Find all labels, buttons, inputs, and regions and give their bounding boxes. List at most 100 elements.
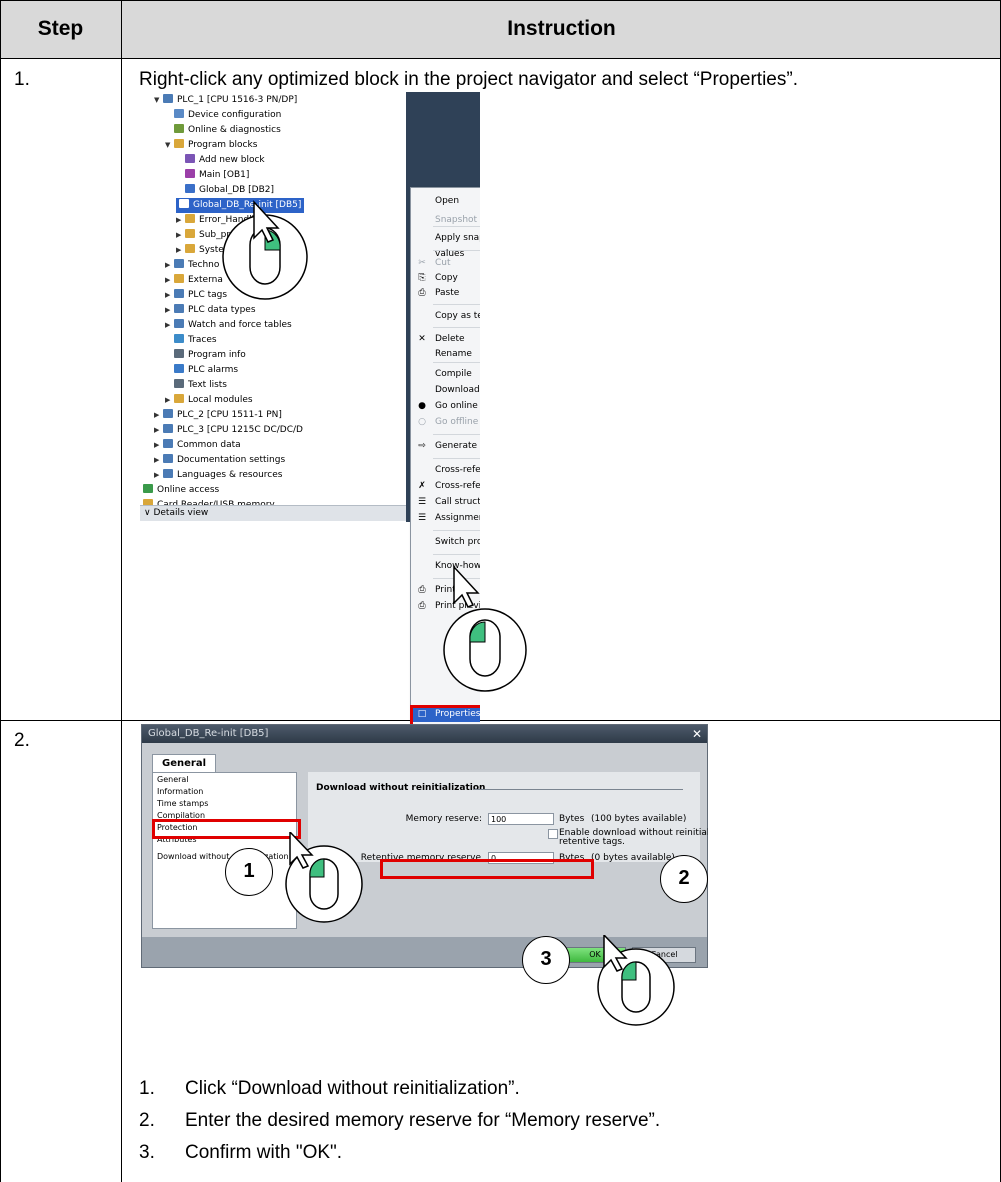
nav-item[interactable]: ▶ PLC_2 [CPU 1511-1 PN] bbox=[154, 408, 282, 423]
menu-item-label: Snapshot of the monitor values bbox=[435, 215, 480, 225]
nav-item[interactable]: Online access bbox=[143, 483, 219, 498]
collapse-arrow-icon[interactable]: ▶ bbox=[165, 258, 174, 273]
nav-item[interactable]: ▶ Watch and force tables bbox=[165, 318, 292, 333]
collapse-arrow-icon[interactable]: ▶ bbox=[165, 318, 174, 333]
folder-icon bbox=[185, 229, 195, 238]
plc-icon bbox=[163, 409, 173, 418]
menu-item-label: Copy bbox=[435, 273, 458, 283]
nav-item[interactable]: ▶ Languages & resources bbox=[154, 468, 282, 483]
db-icon bbox=[179, 199, 189, 208]
menu-item[interactable]: Cross-reference informationShift+F11 bbox=[411, 462, 480, 478]
nav-item[interactable]: ▼ Program blocks bbox=[165, 138, 257, 153]
collapse-arrow-icon[interactable]: ▶ bbox=[154, 423, 163, 438]
info-icon bbox=[174, 349, 184, 358]
menu-item[interactable]: Snapshot of the monitor values bbox=[411, 212, 480, 228]
dialog-nav-item[interactable]: General bbox=[157, 775, 189, 784]
nav-item-label: Main [OB1] bbox=[199, 170, 250, 180]
dialog-title-bar: Global_DB_Re-init [DB5] ✕ bbox=[142, 725, 707, 743]
dialog-nav: General Information Time stamps Compilation… bbox=[152, 772, 297, 929]
menu-item[interactable]: ✕DeleteDel bbox=[411, 331, 480, 347]
dialog-nav-item[interactable]: Time stamps bbox=[157, 799, 208, 808]
menu-item[interactable]: RenameF2 bbox=[411, 346, 480, 362]
memory-reserve-input[interactable]: 100 bbox=[488, 813, 554, 825]
menu-item-label: Cross-references bbox=[435, 481, 480, 491]
nav-item[interactable]: Main [OB1] bbox=[176, 168, 249, 183]
menu-item-label: Switch programming language bbox=[435, 537, 480, 547]
collapse-arrow-icon[interactable]: ▶ bbox=[165, 393, 174, 408]
alarm-icon bbox=[174, 364, 184, 373]
nav-item[interactable]: ▶ Documentation settings bbox=[154, 453, 285, 468]
collapse-arrow-icon[interactable]: ▶ bbox=[176, 213, 185, 228]
nav-item[interactable]: Device configuration bbox=[165, 108, 281, 123]
details-view-bar[interactable]: ∨ Details view bbox=[140, 505, 406, 521]
menu-item[interactable]: ✂CutCtrl+X bbox=[411, 255, 480, 271]
nav-item[interactable]: Program info bbox=[165, 348, 246, 363]
nav-item[interactable]: Traces bbox=[165, 333, 217, 348]
menu-item-label: Generate source from blocks bbox=[435, 441, 480, 451]
menu-item[interactable]: ○Go offlineCtrl+M bbox=[411, 414, 480, 430]
menu-item-label: Delete bbox=[435, 334, 465, 344]
menu-icon: ⎙ bbox=[418, 601, 426, 611]
collapse-arrow-icon[interactable]: ▶ bbox=[154, 408, 163, 423]
click-ok-mouse-icon bbox=[597, 935, 675, 1026]
collapse-arrow-icon[interactable]: ▶ bbox=[154, 468, 163, 483]
menu-item[interactable]: ☰ Assignment list bbox=[411, 510, 480, 526]
expand-arrow-icon[interactable]: ▼ bbox=[154, 93, 163, 108]
menu-item[interactable]: ⎙PasteCtrl+V bbox=[411, 285, 480, 301]
nav-item[interactable]: ▶ Techno bbox=[165, 258, 219, 273]
menu-icon: ✗ bbox=[418, 481, 426, 491]
doc-icon bbox=[163, 454, 173, 463]
step-1-instruction: Right-click any optimized block in the p… bbox=[139, 69, 798, 90]
retentive-checkbox[interactable] bbox=[548, 829, 558, 839]
nav-item[interactable]: ▶ Externa bbox=[165, 273, 223, 288]
collapse-arrow-icon[interactable]: ▶ bbox=[165, 273, 174, 288]
nav-item[interactable]: Add new block bbox=[176, 153, 265, 168]
menu-item[interactable]: ⇨ Generate source from blocks bbox=[411, 438, 480, 454]
nav-item[interactable]: Text lists bbox=[165, 378, 227, 393]
nav-item[interactable]: ▶ Local modules bbox=[165, 393, 253, 408]
techno-icon bbox=[174, 259, 184, 268]
menu-item[interactable]: Download to device▸ bbox=[411, 382, 480, 398]
step-number-1: 1. bbox=[14, 69, 30, 90]
tab-general[interactable]: General bbox=[152, 754, 216, 773]
common-icon bbox=[163, 439, 173, 448]
nav-item[interactable]: PLC alarms bbox=[165, 363, 238, 378]
menu-icon: ☰ bbox=[417, 497, 427, 507]
collapse-arrow-icon[interactable]: ▶ bbox=[165, 288, 174, 303]
menu-item[interactable]: Apply snapshot values as start values▸ bbox=[411, 230, 480, 259]
collapse-arrow-icon[interactable]: ▶ bbox=[154, 453, 163, 468]
nav-item[interactable]: ▶ Common data bbox=[154, 438, 241, 453]
menu-item-label: Download to device bbox=[435, 385, 480, 395]
nav-item[interactable]: ▶ PLC_3 [CPU 1215C DC/DC/D bbox=[154, 423, 303, 438]
menu-item[interactable]: ●Go onlineCtrl+K bbox=[411, 398, 480, 414]
menu-icon: ○ bbox=[418, 417, 426, 427]
nav-item[interactable]: Global_DB [DB2] bbox=[176, 183, 274, 198]
ob-icon bbox=[185, 169, 195, 178]
traces-icon bbox=[174, 334, 184, 343]
menu-item-label: Compile bbox=[435, 369, 472, 379]
nav-item-label: Program info bbox=[188, 350, 246, 360]
callout-1: 1 bbox=[225, 848, 273, 896]
nav-item-label: Techno bbox=[188, 260, 220, 270]
menu-item[interactable]: ☰ Call structure bbox=[411, 494, 480, 510]
collapse-arrow-icon[interactable]: ▶ bbox=[176, 243, 185, 258]
collapse-arrow-icon[interactable]: ▶ bbox=[154, 438, 163, 453]
navigator-screenshot: ▼ PLC_1 [CPU 1516-3 PN/DP] Device configur… bbox=[140, 92, 480, 724]
menu-item[interactable]: Copy as text bbox=[411, 308, 480, 324]
menu-icon: ⎙ bbox=[418, 585, 426, 595]
expand-arrow-icon[interactable]: ▼ bbox=[165, 138, 174, 153]
menu-item[interactable]: ✗Cross-referencesF11 bbox=[411, 478, 480, 494]
menu-item[interactable]: Switch programming language▸ bbox=[411, 534, 480, 550]
memory-reserve-highlight bbox=[380, 859, 594, 879]
menu-item[interactable]: Open bbox=[411, 193, 480, 209]
menu-item[interactable]: Compile▸ bbox=[411, 366, 480, 382]
close-icon[interactable]: ✕ bbox=[692, 725, 702, 743]
callout-2: 2 bbox=[660, 855, 708, 903]
nav-item[interactable]: Online & diagnostics bbox=[165, 123, 281, 138]
menu-item[interactable]: ⎘CopyCtrl+C bbox=[411, 270, 480, 286]
menu-item-label: Copy as text bbox=[435, 311, 480, 321]
collapse-arrow-icon[interactable]: ▶ bbox=[176, 228, 185, 243]
nav-item[interactable]: ▼ PLC_1 [CPU 1516-3 PN/DP] bbox=[154, 93, 297, 108]
collapse-arrow-icon[interactable]: ▶ bbox=[165, 303, 174, 318]
dialog-nav-item[interactable]: Information bbox=[157, 787, 203, 796]
